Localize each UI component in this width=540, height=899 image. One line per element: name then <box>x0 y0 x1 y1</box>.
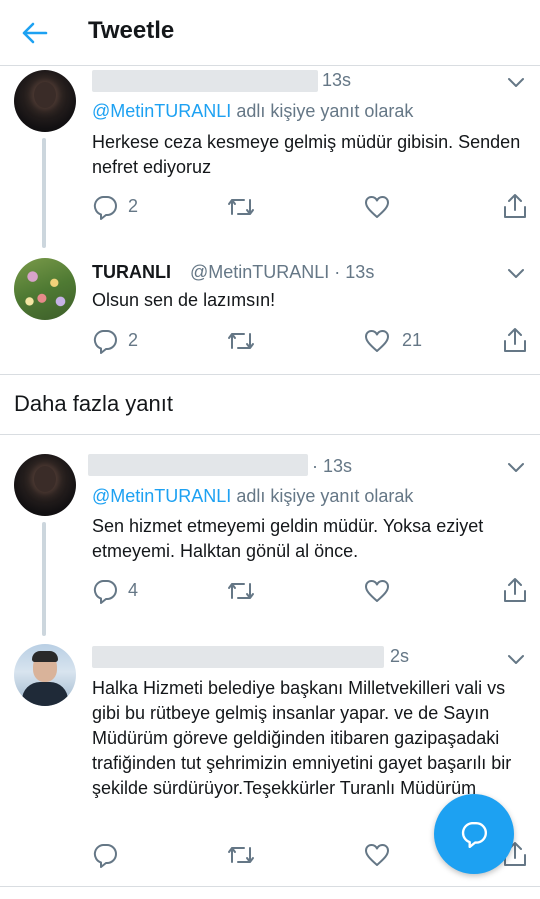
chevron-down-icon[interactable] <box>506 75 526 89</box>
avatar[interactable] <box>14 258 76 320</box>
retweet-icon[interactable] <box>226 842 256 868</box>
page-title: Tweetle <box>88 17 175 44</box>
reply-icon[interactable] <box>92 328 118 354</box>
more-replies-heading[interactable]: Daha fazla yanıt <box>14 391 173 417</box>
mention-link[interactable]: @MetinTURANLI <box>92 101 231 121</box>
thread-connector <box>42 138 46 248</box>
avatar[interactable] <box>14 454 76 516</box>
like-icon[interactable] <box>364 842 390 868</box>
like-icon[interactable] <box>364 328 390 354</box>
retweet-icon[interactable] <box>226 578 256 604</box>
divider <box>0 374 540 375</box>
mention-link[interactable]: @MetinTURANLI <box>92 486 231 506</box>
reply-count: 2 <box>128 196 139 216</box>
tweet-time: · 13s <box>312 456 353 476</box>
reply-icon[interactable] <box>92 578 118 604</box>
share-icon[interactable] <box>502 192 528 218</box>
tweet-time: 13s <box>322 70 352 90</box>
compose-reply-icon <box>461 822 488 848</box>
retweet-icon[interactable] <box>226 328 256 354</box>
divider <box>0 886 540 887</box>
reply-context: @MetinTURANLI adlı kişiye yanıt olarak <box>92 486 414 506</box>
back-arrow-icon[interactable] <box>18 18 50 48</box>
chevron-down-icon[interactable] <box>506 460 526 474</box>
retweet-icon[interactable] <box>226 194 256 220</box>
redacted-name <box>92 70 318 92</box>
tweet-text: Olsun sen de lazımsın! <box>92 290 276 310</box>
divider <box>0 434 540 435</box>
avatar[interactable] <box>14 644 76 706</box>
reply-context: @MetinTURANLI adlı kişiye yanıt olarak <box>92 101 414 121</box>
share-icon[interactable] <box>502 576 528 602</box>
author-handle-time: @MetinTURANLI · 13s <box>190 262 375 282</box>
reply-icon[interactable] <box>92 842 118 868</box>
reply-icon[interactable] <box>92 194 118 220</box>
tweet-text: Herkese ceza kesmeye gelmiş müdür gibisi… <box>92 132 521 177</box>
like-count: 21 <box>402 330 423 350</box>
compose-reply-button[interactable] <box>434 794 514 874</box>
like-icon[interactable] <box>364 194 390 220</box>
redacted-name <box>88 454 308 476</box>
avatar[interactable] <box>14 70 76 132</box>
like-icon[interactable] <box>364 578 390 604</box>
reply-count: 2 <box>128 330 139 350</box>
chevron-down-icon[interactable] <box>506 652 526 666</box>
tweet-text: Sen hizmet etmeyemi geldin müdür. Yoksa … <box>92 516 484 561</box>
share-icon[interactable] <box>502 326 528 352</box>
author-name[interactable]: TURANLI <box>92 262 171 283</box>
top-bar: Tweetle <box>0 0 540 66</box>
thread-connector <box>42 522 46 636</box>
tweet-time: 2s <box>390 646 410 666</box>
reply-count: 4 <box>128 580 139 600</box>
redacted-name <box>92 646 384 668</box>
chevron-down-icon[interactable] <box>506 266 526 280</box>
